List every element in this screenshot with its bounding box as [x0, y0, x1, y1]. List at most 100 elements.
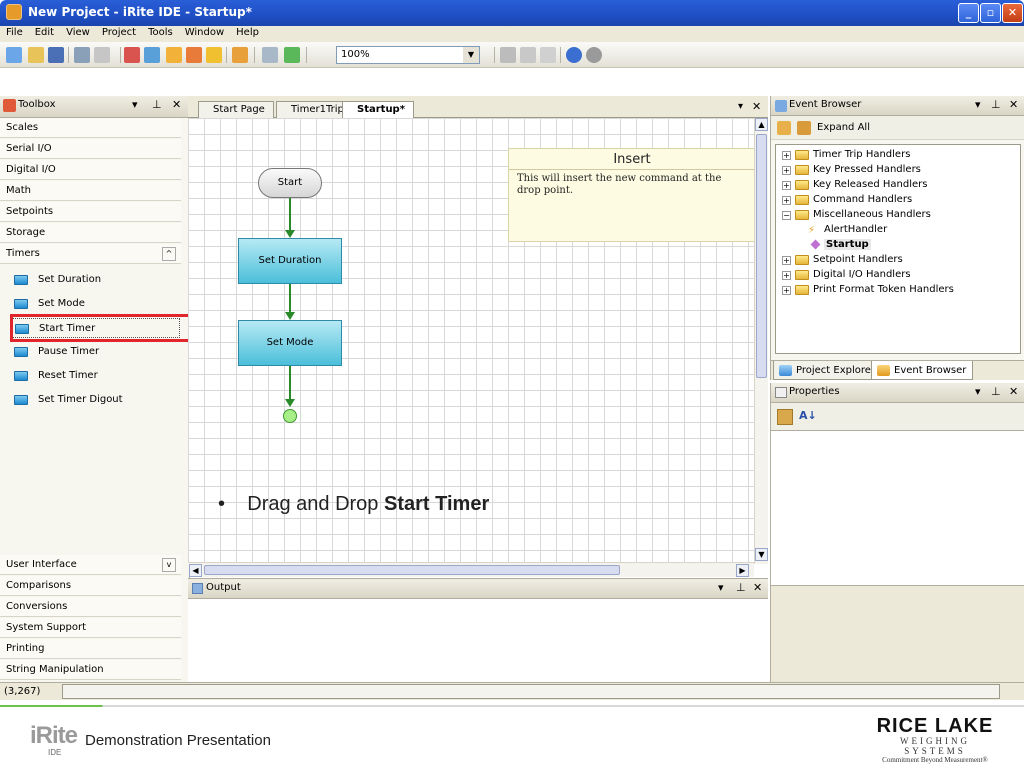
vertical-scrollbar[interactable]: ▲ ▼: [754, 118, 768, 564]
chevron-down-icon[interactable]: ▼: [463, 47, 479, 63]
cursor-coords: (3,267): [4, 686, 41, 697]
category-scales[interactable]: Scales: [0, 118, 181, 138]
scroll-down-icon[interactable]: ▼: [755, 548, 768, 561]
tab-list-icon[interactable]: ▾: [738, 101, 743, 112]
category-system-support[interactable]: System Support: [0, 618, 181, 638]
pin-icon[interactable]: ⊥: [152, 98, 162, 111]
tool-label: Set Duration: [38, 274, 102, 285]
scroll-thumb[interactable]: [756, 134, 767, 378]
connect-icon[interactable]: [232, 47, 248, 63]
expand-down-icon[interactable]: v: [162, 558, 176, 572]
start-node[interactable]: Start: [258, 168, 322, 198]
dropdown-icon[interactable]: ▾: [975, 385, 981, 398]
close-icon[interactable]: ✕: [1009, 98, 1018, 111]
grid-icon[interactable]: [284, 47, 300, 63]
open-icon[interactable]: [28, 47, 44, 63]
explorer-icon[interactable]: [144, 47, 160, 63]
tree-label: Print Format Token Handlers: [813, 284, 954, 295]
pin-icon[interactable]: ⊥: [736, 581, 746, 594]
category-math[interactable]: Math: [0, 181, 181, 201]
node-set-mode[interactable]: Set Mode: [238, 320, 342, 366]
tool-pause-timer[interactable]: Pause Timer: [10, 342, 180, 362]
category-setpoints[interactable]: Setpoints: [0, 202, 181, 222]
timer-tool-icon: [14, 395, 28, 405]
tool-label: Reset Timer: [38, 370, 98, 381]
dropdown-icon[interactable]: ▾: [975, 98, 981, 111]
tree-label: Timer Trip Handlers: [813, 149, 911, 160]
category-comparisons[interactable]: Comparisons: [0, 576, 181, 596]
logo-sub: IDE: [48, 748, 62, 757]
pin-icon[interactable]: ⊥: [991, 385, 1001, 398]
horizontal-scrollbar[interactable]: ◀ ▶: [188, 562, 754, 577]
toolbox-header: Toolbox ▾ ⊥ ✕: [0, 96, 190, 118]
tab-start-page[interactable]: Start Page: [198, 101, 274, 118]
toolbox-icon[interactable]: [124, 47, 140, 63]
close-icon[interactable]: ✕: [172, 98, 181, 111]
scroll-left-icon[interactable]: ◀: [189, 564, 202, 577]
category-conversions[interactable]: Conversions: [0, 597, 181, 617]
menu-file[interactable]: File: [0, 26, 29, 38]
tab-project-explorer[interactable]: Project Explorer: [773, 361, 883, 380]
collapse-all-icon[interactable]: [777, 121, 791, 135]
new-project-icon[interactable]: [6, 47, 22, 63]
menu-tools[interactable]: Tools: [142, 26, 179, 38]
close-icon[interactable]: ✕: [753, 581, 762, 594]
dropdown-icon[interactable]: ▾: [132, 98, 138, 111]
print-icon[interactable]: [74, 47, 90, 63]
list-icon[interactable]: [262, 47, 278, 63]
category-digital-io[interactable]: Digital I/O: [0, 160, 181, 180]
category-string-manipulation[interactable]: String Manipulation: [0, 660, 181, 680]
redo-icon[interactable]: [586, 47, 602, 63]
scroll-up-icon[interactable]: ▲: [755, 118, 768, 131]
cut-icon[interactable]: [500, 47, 516, 63]
build-icon[interactable]: [186, 47, 202, 63]
expand-all-icon[interactable]: [797, 121, 811, 135]
sort-alpha-icon[interactable]: A↓: [799, 409, 817, 422]
save-icon[interactable]: [48, 47, 64, 63]
node-set-duration[interactable]: Set Duration: [238, 238, 342, 284]
category-serial-io[interactable]: Serial I/O: [0, 139, 181, 159]
expand-all-button[interactable]: Expand All: [817, 122, 870, 133]
undo-icon[interactable]: [566, 47, 582, 63]
tool-set-mode[interactable]: Set Mode: [10, 294, 180, 314]
copy-icon[interactable]: [520, 47, 536, 63]
menu-edit[interactable]: Edit: [29, 26, 60, 38]
minimize-button[interactable]: _: [958, 3, 979, 23]
scroll-thumb[interactable]: [204, 565, 620, 575]
collapse-up-icon[interactable]: ^: [162, 247, 176, 261]
close-icon[interactable]: ✕: [1009, 385, 1018, 398]
category-storage[interactable]: Storage: [0, 223, 181, 243]
scroll-right-icon[interactable]: ▶: [736, 564, 749, 577]
menu-window[interactable]: Window: [179, 26, 230, 38]
tab-event-browser[interactable]: Event Browser: [871, 361, 974, 380]
deploy-icon[interactable]: [206, 47, 222, 63]
drop-point-circle[interactable]: [283, 409, 297, 423]
close-tab-icon[interactable]: ✕: [752, 100, 761, 113]
menu-bar: File Edit View Project Tools Window Help: [0, 26, 1024, 42]
category-user-interface[interactable]: User Interface v: [0, 555, 181, 575]
folder-icon: [795, 285, 809, 295]
zoom-select[interactable]: 100% ▼: [336, 46, 480, 64]
categorized-icon[interactable]: [777, 409, 793, 425]
paste-icon[interactable]: [540, 47, 556, 63]
category-printing[interactable]: Printing: [0, 639, 181, 659]
category-timers[interactable]: Timers ^: [0, 244, 181, 264]
event-icon[interactable]: [166, 47, 182, 63]
connector: [289, 198, 291, 230]
menu-view[interactable]: View: [60, 26, 96, 38]
timer-tool-icon: [14, 347, 28, 357]
menu-project[interactable]: Project: [96, 26, 142, 38]
print-preview-icon[interactable]: [94, 47, 110, 63]
close-button[interactable]: ✕: [1002, 3, 1023, 23]
tree-label: Setpoint Handlers: [813, 254, 903, 265]
pin-icon[interactable]: ⊥: [991, 98, 1001, 111]
tab-startup[interactable]: Startup*: [342, 101, 414, 118]
tool-reset-timer[interactable]: Reset Timer: [10, 366, 180, 386]
flowchart-canvas[interactable]: Start Set Duration Set Mode Insert This …: [188, 118, 754, 564]
maximize-button[interactable]: ▫: [980, 3, 1001, 23]
tool-set-timer-digout[interactable]: Set Timer Digout: [10, 390, 180, 410]
status-field: [62, 684, 1000, 699]
dropdown-icon[interactable]: ▾: [718, 581, 724, 594]
menu-help[interactable]: Help: [230, 26, 265, 38]
tool-set-duration[interactable]: Set Duration: [10, 270, 180, 290]
